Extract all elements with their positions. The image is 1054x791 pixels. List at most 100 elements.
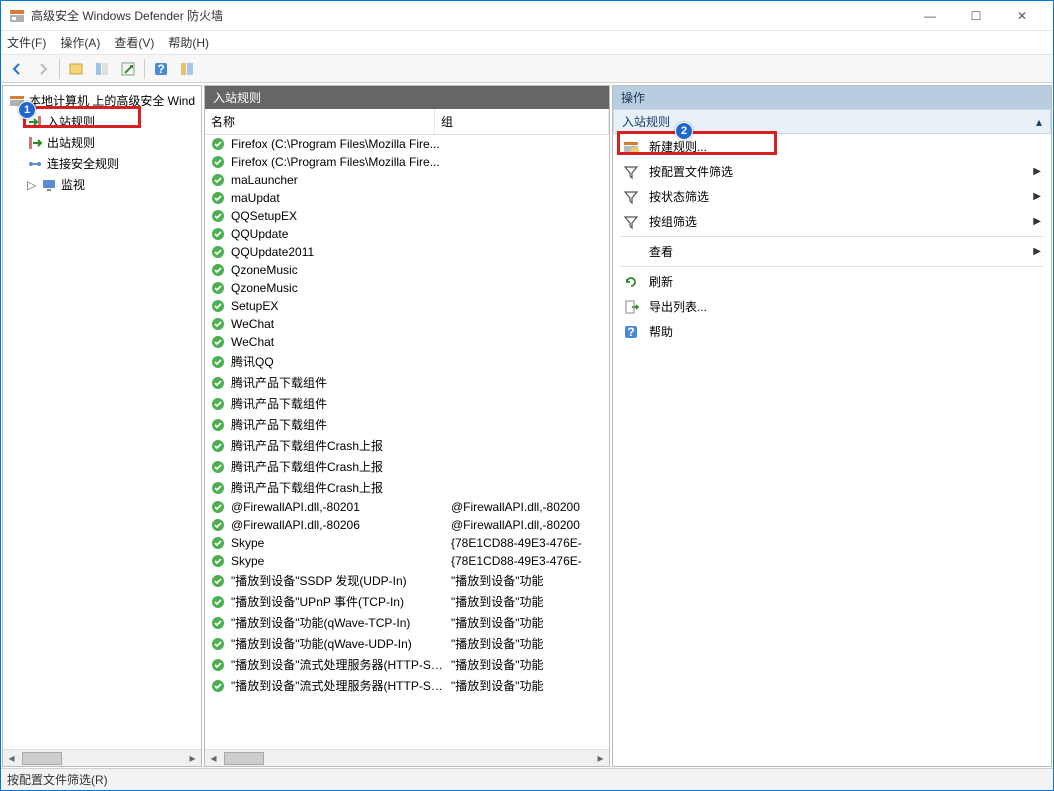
rule-group: @FirewallAPI.dll,-80200 <box>451 518 603 532</box>
separator <box>621 236 1043 237</box>
action-help-label: 帮助 <box>649 323 673 340</box>
allow-icon <box>211 281 225 295</box>
allow-icon <box>211 460 225 474</box>
rule-row[interactable]: WeChat <box>205 315 609 333</box>
rule-row[interactable]: QQUpdate2011 <box>205 243 609 261</box>
tree-connsec[interactable]: 连接安全规则 <box>5 153 199 174</box>
action-view[interactable]: 查看 ▶ <box>613 239 1051 264</box>
action-help[interactable]: ? 帮助 <box>613 319 1051 344</box>
rule-row[interactable]: 腾讯产品下载组件 <box>205 372 609 393</box>
menu-action[interactable]: 操作(A) <box>60 34 100 51</box>
tree-outbound[interactable]: 出站规则 <box>5 132 199 153</box>
rules-hscroll[interactable]: ◂▸ <box>205 749 609 766</box>
actions-section-label: 入站规则 <box>622 113 670 130</box>
blank-icon <box>623 244 639 260</box>
rule-row[interactable]: "播放到设备"流式处理服务器(HTTP-Stre..."播放到设备"功能 <box>205 675 609 696</box>
rule-row[interactable]: QzoneMusic <box>205 261 609 279</box>
allow-icon <box>211 658 225 672</box>
close-button[interactable]: ✕ <box>999 1 1045 31</box>
rule-row[interactable]: @FirewallAPI.dll,-80201@FirewallAPI.dll,… <box>205 498 609 516</box>
separator <box>621 266 1043 267</box>
rule-name: 腾讯产品下载组件 <box>231 395 445 412</box>
action-filter-group[interactable]: 按组筛选 ▶ <box>613 209 1051 234</box>
menu-help[interactable]: 帮助(H) <box>168 34 209 51</box>
action-new-rule-label: 新建规则... <box>649 138 707 155</box>
toolbar-icon-3[interactable] <box>116 57 140 81</box>
rule-group: @FirewallAPI.dll,-80200 <box>451 500 603 514</box>
rule-name: "播放到设备"功能(qWave-UDP-In) <box>231 635 445 652</box>
rule-row[interactable]: 腾讯产品下载组件 <box>205 414 609 435</box>
allow-icon <box>211 554 225 568</box>
action-export-label: 导出列表... <box>649 298 707 315</box>
rule-name: 腾讯产品下载组件Crash上报 <box>231 437 445 454</box>
rule-group: {78E1CD88-49E3-476E- <box>451 536 603 550</box>
actions-list: 入站规则 ▴ 新建规则... 按配置文件筛选 ▶ 按状态筛选 ▶ <box>613 109 1051 766</box>
rule-row[interactable]: Skype{78E1CD88-49E3-476E- <box>205 534 609 552</box>
tree-hscroll[interactable]: ◂▸ <box>3 749 201 766</box>
allow-icon <box>211 418 225 432</box>
menu-file[interactable]: 文件(F) <box>7 34 46 51</box>
rule-row[interactable]: "播放到设备"流式处理服务器(HTTP-Stre..."播放到设备"功能 <box>205 654 609 675</box>
rule-row[interactable]: "播放到设备"UPnP 事件(TCP-In)"播放到设备"功能 <box>205 591 609 612</box>
allow-icon <box>211 481 225 495</box>
rule-row[interactable]: maUpdat <box>205 189 609 207</box>
forward-button[interactable] <box>31 57 55 81</box>
chevron-right-icon: ▶ <box>1033 216 1041 227</box>
allow-icon <box>211 155 225 169</box>
rule-row[interactable]: 腾讯QQ <box>205 351 609 372</box>
rule-row[interactable]: Firefox (C:\Program Files\Mozilla Fire..… <box>205 135 609 153</box>
statusbar: 按配置文件筛选(R) <box>1 768 1053 790</box>
rule-row[interactable]: Firefox (C:\Program Files\Mozilla Fire..… <box>205 153 609 171</box>
back-button[interactable] <box>5 57 29 81</box>
rule-row[interactable]: QzoneMusic <box>205 279 609 297</box>
rule-row[interactable]: @FirewallAPI.dll,-80206@FirewallAPI.dll,… <box>205 516 609 534</box>
tree-monitor[interactable]: ▷ 监视 <box>5 174 199 195</box>
rule-row[interactable]: "播放到设备"功能(qWave-TCP-In)"播放到设备"功能 <box>205 612 609 633</box>
rule-row[interactable]: 腾讯产品下载组件 <box>205 393 609 414</box>
action-filter-profile[interactable]: 按配置文件筛选 ▶ <box>613 159 1051 184</box>
rule-name: QQSetupEX <box>231 209 445 223</box>
toolbar-icon-5[interactable] <box>175 57 199 81</box>
rule-name: maUpdat <box>231 191 445 205</box>
tree-outbound-label: 出站规则 <box>47 134 95 151</box>
toolbar-separator <box>59 59 60 79</box>
rule-group: "播放到设备"功能 <box>451 614 603 631</box>
rule-row[interactable]: SetupEX <box>205 297 609 315</box>
rule-row[interactable]: 腾讯产品下载组件Crash上报 <box>205 477 609 498</box>
rule-row[interactable]: "播放到设备"SSDP 发现(UDP-In)"播放到设备"功能 <box>205 570 609 591</box>
allow-icon <box>211 616 225 630</box>
statusbar-text: 按配置文件筛选(R) <box>7 771 108 788</box>
rule-row[interactable]: Skype{78E1CD88-49E3-476E- <box>205 552 609 570</box>
help-icon[interactable]: ? <box>149 57 173 81</box>
allow-icon <box>211 376 225 390</box>
minimize-button[interactable]: — <box>907 1 953 31</box>
allow-icon <box>211 595 225 609</box>
col-group[interactable]: 组 <box>435 109 609 134</box>
action-export[interactable]: 导出列表... <box>613 294 1051 319</box>
rule-row[interactable]: QQUpdate <box>205 225 609 243</box>
maximize-button[interactable]: ☐ <box>953 1 999 31</box>
rule-row[interactable]: maLauncher <box>205 171 609 189</box>
col-name[interactable]: 名称 <box>205 109 435 134</box>
rule-row[interactable]: WeChat <box>205 333 609 351</box>
rule-row[interactable]: 腾讯产品下载组件Crash上报 <box>205 456 609 477</box>
rule-row[interactable]: QQSetupEX <box>205 207 609 225</box>
action-filter-state[interactable]: 按状态筛选 ▶ <box>613 184 1051 209</box>
rule-name: QzoneMusic <box>231 281 445 295</box>
rule-row[interactable]: 腾讯产品下载组件Crash上报 <box>205 435 609 456</box>
expand-icon[interactable]: ▷ <box>27 178 37 192</box>
rule-group: "播放到设备"功能 <box>451 635 603 652</box>
action-refresh[interactable]: 刷新 <box>613 269 1051 294</box>
toolbar-icon-2[interactable] <box>90 57 114 81</box>
chevron-right-icon: ▶ <box>1033 166 1041 177</box>
allow-icon <box>211 245 225 259</box>
export-icon <box>623 299 639 315</box>
toolbar-icon-1[interactable] <box>64 57 88 81</box>
rule-row[interactable]: "播放到设备"功能(qWave-UDP-In) "播放到设备"功能 <box>205 633 609 654</box>
rules-list[interactable]: Firefox (C:\Program Files\Mozilla Fire..… <box>205 135 609 749</box>
action-refresh-label: 刷新 <box>649 273 673 290</box>
allow-icon <box>211 263 225 277</box>
menu-view[interactable]: 查看(V) <box>114 34 154 51</box>
titlebar: 高级安全 Windows Defender 防火墙 — ☐ ✕ <box>1 1 1053 31</box>
collapse-icon[interactable]: ▴ <box>1036 115 1042 129</box>
